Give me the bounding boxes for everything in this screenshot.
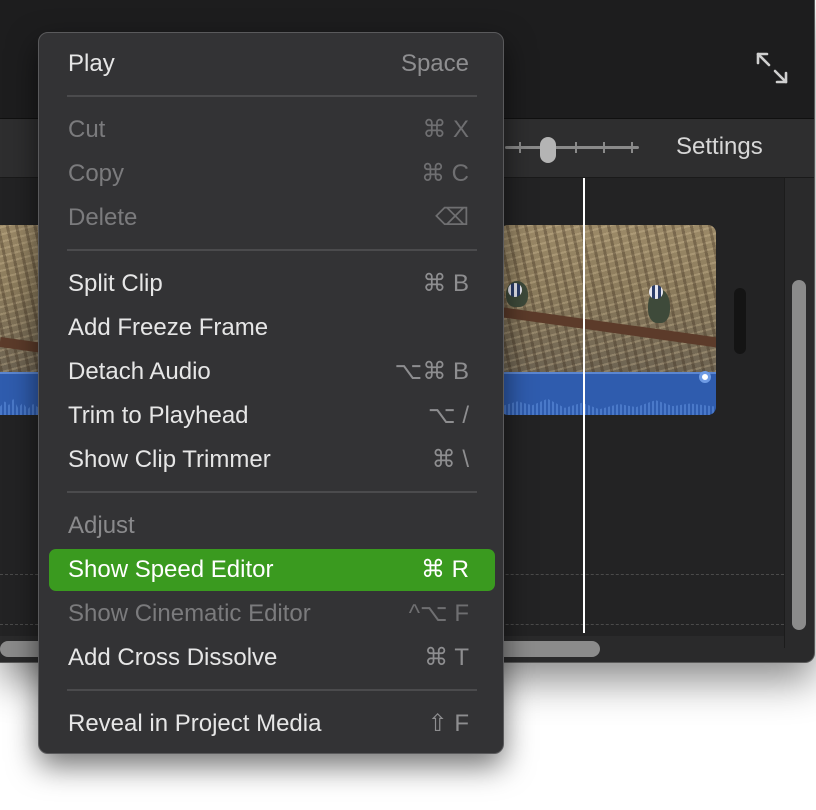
menu-item-label: Delete [68, 204, 138, 231]
menu-item-label: Detach Audio [68, 358, 211, 385]
clip-audio-waveform [500, 372, 716, 415]
waveform [500, 398, 716, 415]
menu-item-shortcut: ^⌥ F [408, 600, 469, 627]
menu-item-label: Add Cross Dissolve [68, 644, 278, 671]
zoom-slider-track [505, 146, 639, 149]
menu-item-label: Show Clip Trimmer [68, 446, 271, 473]
menu-item-label: Cut [68, 116, 106, 143]
menu-item-label: Copy [68, 160, 125, 187]
menu-separator [67, 249, 477, 251]
menu-item-copy[interactable]: Copy ⌘ C [49, 153, 495, 195]
menu-item-shortcut: ⌘ \ [431, 446, 469, 473]
menu-item-label: Show Speed Editor [68, 556, 274, 583]
menu-section-label: Adjust [68, 512, 135, 539]
menu-item-show-speed-editor[interactable]: Show Speed Editor ⌘ R [49, 549, 495, 591]
zoom-tick [631, 142, 633, 153]
menu-separator [67, 95, 477, 97]
clip-thumbnail [500, 225, 716, 372]
menu-item-shortcut: ⌘ B [422, 270, 469, 297]
menu-item-add-freeze-frame[interactable]: Add Freeze Frame [49, 307, 495, 349]
menu-item-label: Reveal in Project Media [68, 710, 322, 737]
menu-item-shortcut: Space [400, 50, 469, 77]
menu-item-delete[interactable]: Delete ⌫ [49, 197, 495, 239]
menu-separator [67, 689, 477, 691]
clip-detail [508, 283, 522, 297]
menu-item-shortcut: ⌥⌘ B [394, 358, 469, 385]
expand-arrows-icon[interactable] [752, 48, 792, 88]
zoom-tick [575, 142, 577, 153]
menu-separator [67, 491, 477, 493]
menu-item-shortcut: ⌘ C [421, 160, 469, 187]
menu-item-detach-audio[interactable]: Detach Audio ⌥⌘ B [49, 351, 495, 393]
menu-item-label: Trim to Playhead [68, 402, 249, 429]
menu-item-reveal-in-project-media[interactable]: Reveal in Project Media ⇧ F [49, 703, 495, 745]
delete-key-icon: ⌫ [435, 204, 469, 231]
menu-item-show-cinematic-editor[interactable]: Show Cinematic Editor ^⌥ F [49, 593, 495, 635]
menu-section-header-adjust: Adjust [49, 505, 495, 547]
clip-detail [500, 307, 716, 349]
zoom-tick [603, 142, 605, 153]
playhead[interactable] [583, 178, 585, 633]
settings-button[interactable]: Settings [676, 133, 763, 161]
clip-detail [649, 285, 663, 299]
menu-item-shortcut: ⌘ X [422, 116, 469, 143]
menu-item-label: Split Clip [68, 270, 163, 297]
video-clip-right[interactable] [500, 225, 716, 415]
menu-item-shortcut: ⌘ T [424, 644, 469, 671]
clip-drag-handle[interactable] [734, 288, 746, 354]
menu-item-label: Play [68, 50, 115, 77]
zoom-slider-knob[interactable] [540, 137, 556, 163]
menu-item-add-cross-dissolve[interactable]: Add Cross Dissolve ⌘ T [49, 637, 495, 679]
context-menu: Play Space Cut ⌘ X Copy ⌘ C Delete ⌫ Spl… [38, 32, 504, 754]
menu-item-trim-to-playhead[interactable]: Trim to Playhead ⌥ / [49, 395, 495, 437]
volume-keyframe-handle[interactable] [699, 371, 711, 383]
menu-item-shortcut: ⌘ R [421, 556, 469, 583]
zoom-tick [519, 142, 521, 153]
menu-item-split-clip[interactable]: Split Clip ⌘ B [49, 263, 495, 305]
menu-item-shortcut: ⌥ / [428, 402, 469, 429]
menu-item-shortcut: ⇧ F [427, 710, 469, 737]
menu-item-cut[interactable]: Cut ⌘ X [49, 109, 495, 151]
menu-item-show-clip-trimmer[interactable]: Show Clip Trimmer ⌘ \ [49, 439, 495, 481]
menu-item-label: Add Freeze Frame [68, 314, 269, 341]
menu-item-play[interactable]: Play Space [49, 43, 495, 85]
vertical-scrollbar[interactable] [792, 280, 806, 630]
zoom-slider[interactable] [505, 137, 645, 163]
menu-item-label: Show Cinematic Editor [68, 600, 311, 627]
